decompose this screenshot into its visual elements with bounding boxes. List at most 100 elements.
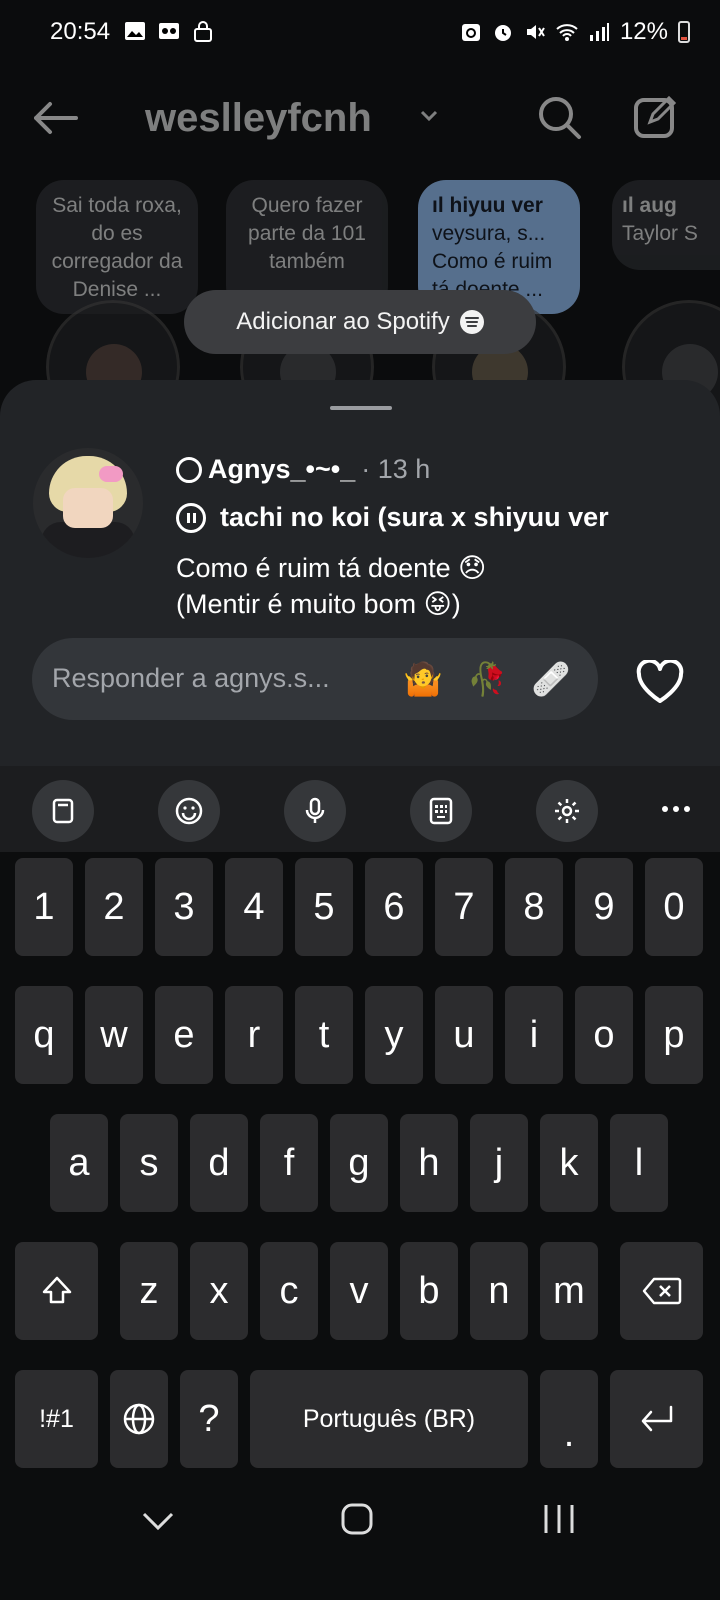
lock-icon xyxy=(194,21,212,42)
key-7[interactable]: 7 xyxy=(435,858,493,956)
key-t[interactable]: t xyxy=(295,986,353,1084)
note-username[interactable]: Agnys_•~•_ xyxy=(208,454,355,485)
key-u[interactable]: u xyxy=(435,986,493,1084)
battery-percent: 12% xyxy=(619,18,668,45)
top-bar: weslleyfcnh xyxy=(0,80,720,156)
key-f[interactable]: f xyxy=(260,1114,318,1212)
note-text: Sai toda roxa, do es corregador da Denis… xyxy=(51,194,183,301)
period-key[interactable]: . xyxy=(540,1370,598,1468)
reaction-bandage[interactable]: 🩹 xyxy=(530,658,572,700)
key-l[interactable]: l xyxy=(610,1114,668,1212)
more-icon[interactable] xyxy=(662,806,690,812)
note-text: Quero fazer parte da 101 também xyxy=(248,194,366,273)
key-k[interactable]: k xyxy=(540,1114,598,1212)
chevron-down-icon[interactable] xyxy=(418,104,440,126)
emoji-icon xyxy=(175,797,203,825)
key-w[interactable]: w xyxy=(85,986,143,1084)
search-icon[interactable] xyxy=(536,94,582,140)
key-n[interactable]: n xyxy=(470,1242,528,1340)
audio-wave-icon: ıl xyxy=(622,194,640,217)
microphone-icon xyxy=(305,797,325,823)
key-3[interactable]: 3 xyxy=(155,858,213,956)
home-icon[interactable] xyxy=(340,1502,374,1536)
keyboard-toolbar xyxy=(0,766,720,852)
backspace-icon xyxy=(642,1277,681,1305)
note-text: (Mentir é muito bom 😝) xyxy=(176,589,461,619)
key-b[interactable]: b xyxy=(400,1242,458,1340)
audio-wave-icon: ıl ‍ xyxy=(432,194,450,217)
emoji-button[interactable] xyxy=(158,780,220,842)
key-y[interactable]: y xyxy=(365,986,423,1084)
symbols-key[interactable]: !#1 xyxy=(15,1370,98,1468)
voice-input-button[interactable] xyxy=(284,780,346,842)
key-8[interactable]: 8 xyxy=(505,858,563,956)
key-h[interactable]: h xyxy=(400,1114,458,1212)
key-q[interactable]: q xyxy=(15,986,73,1084)
key-6[interactable]: 6 xyxy=(365,858,423,956)
pause-icon[interactable] xyxy=(176,502,206,533)
battery-icon xyxy=(678,21,690,43)
clipboard-button[interactable] xyxy=(32,780,94,842)
key-v[interactable]: v xyxy=(330,1242,388,1340)
enter-icon xyxy=(641,1405,672,1432)
key-m[interactable]: m xyxy=(540,1242,598,1340)
note-text: Como é ruim xyxy=(432,250,553,273)
key-1[interactable]: 1 xyxy=(15,858,73,956)
key-9[interactable]: 9 xyxy=(575,858,633,956)
clipboard-icon xyxy=(52,798,74,824)
key-4[interactable]: 4 xyxy=(225,858,283,956)
key-z[interactable]: z xyxy=(120,1242,178,1340)
key-r[interactable]: r xyxy=(225,986,283,1084)
back-arrow-icon[interactable] xyxy=(30,98,80,138)
drag-handle[interactable] xyxy=(330,406,392,410)
key-0[interactable]: 0 xyxy=(645,858,703,956)
key-a[interactable]: a xyxy=(50,1114,108,1212)
question-key[interactable]: ? xyxy=(180,1370,238,1468)
key-5[interactable]: 5 xyxy=(295,858,353,956)
reaction-wilted-rose[interactable]: 🥀 xyxy=(466,658,508,700)
account-name[interactable]: weslleyfcnh xyxy=(145,96,372,141)
settings-button[interactable] xyxy=(536,780,598,842)
add-to-spotify-button[interactable]: Adicionar ao Spotify xyxy=(184,290,536,354)
note-bubble[interactable]: Sai toda roxa, do es corregador da Denis… xyxy=(36,180,198,314)
voicemail-icon xyxy=(159,23,179,39)
note-sheet: Agnys_•~•_ · 13 h tachi no koi (sura x s… xyxy=(0,380,720,766)
reaction-shrug[interactable]: 🤷 xyxy=(402,658,444,700)
threads-icon xyxy=(176,456,202,483)
keypad-button[interactable] xyxy=(410,780,472,842)
song-title: tachi no koi (sura x shiyuu ver xyxy=(220,502,609,532)
keypad-icon xyxy=(429,797,453,825)
key-o[interactable]: o xyxy=(575,986,633,1084)
key-x[interactable]: x xyxy=(190,1242,248,1340)
heart-icon[interactable] xyxy=(636,660,684,704)
music-note-bubble[interactable]: ıl aug Taylor S xyxy=(612,180,720,270)
reply-input[interactable] xyxy=(52,656,382,700)
backspace-key[interactable] xyxy=(620,1242,703,1340)
key-i[interactable]: i xyxy=(505,986,563,1084)
spotify-label: Adicionar ao Spotify xyxy=(236,308,450,335)
key-e[interactable]: e xyxy=(155,986,213,1084)
key-d[interactable]: d xyxy=(190,1114,248,1212)
avatar[interactable] xyxy=(33,448,143,558)
gear-icon xyxy=(555,799,579,823)
key-g[interactable]: g xyxy=(330,1114,388,1212)
note-artist: veysura, s... xyxy=(432,222,546,245)
hide-keyboard-icon[interactable] xyxy=(140,1508,176,1534)
space-key[interactable]: Português (BR) xyxy=(250,1370,528,1468)
key-j[interactable]: j xyxy=(470,1114,528,1212)
language-key[interactable] xyxy=(110,1370,168,1468)
image-icon xyxy=(125,22,145,40)
key-s[interactable]: s xyxy=(120,1114,178,1212)
edit-icon[interactable] xyxy=(632,94,678,140)
status-bar: 20:54 12% xyxy=(0,0,720,64)
note-song-title: hiyuu ver xyxy=(449,194,543,217)
keyboard: 1 2 3 4 5 6 7 8 9 0 q w e r t y u i o p … xyxy=(0,852,720,1468)
key-2[interactable]: 2 xyxy=(85,858,143,956)
enter-key[interactable] xyxy=(610,1370,703,1468)
key-p[interactable]: p xyxy=(645,986,703,1084)
shift-key[interactable] xyxy=(15,1242,98,1340)
note-song-title: aug xyxy=(639,194,677,217)
key-c[interactable]: c xyxy=(260,1242,318,1340)
globe-icon xyxy=(123,1403,155,1435)
recents-icon[interactable] xyxy=(542,1502,576,1536)
